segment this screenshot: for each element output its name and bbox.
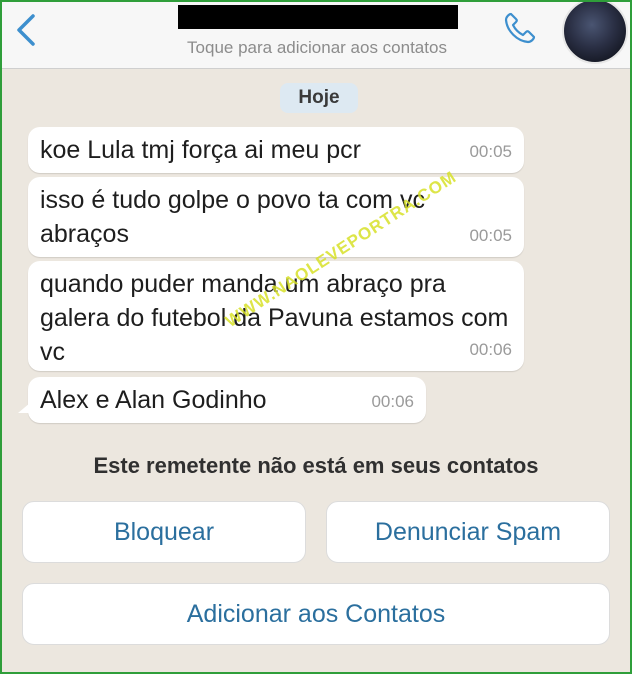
message-text: Alex e Alan Godinho [40,386,267,414]
chat-header: Toque para adicionar aos contatos [2,2,630,69]
back-button[interactable] [14,12,38,48]
message-time: 00:05 [469,142,512,161]
message-time: 00:06 [371,392,414,411]
unknown-sender-notice: Este remetente não está em seus contatos [93,453,539,478]
call-button[interactable] [502,10,538,46]
screenshot-frame: Toque para adicionar aos contatos Hoje k… [0,0,632,674]
block-button[interactable]: Bloquear [22,501,306,563]
message-time: 00:05 [469,226,512,245]
message-bubble[interactable]: koe Lula tmj força ai meu pcr 00:05 [28,127,524,173]
message-time: 00:06 [469,340,512,359]
chevron-left-icon [17,14,35,46]
bubble-tail [18,403,30,413]
report-spam-button[interactable]: Denunciar Spam [326,501,610,563]
chat-area[interactable]: Hoje koe Lula tmj força ai meu pcr 00:05… [2,69,630,672]
phone-icon [504,12,536,44]
message-bubble[interactable]: quando puder manda um abraço pra galera … [28,261,524,371]
contact-avatar[interactable] [562,2,628,64]
redacted-contact-name[interactable] [178,5,458,29]
message-bubble[interactable]: Alex e Alan Godinho 00:06 [18,377,426,423]
add-contact-subtitle[interactable]: Toque para adicionar aos contatos [152,38,482,58]
date-separator: Hoje [280,83,358,113]
message-text: koe Lula tmj força ai meu pcr [40,136,361,164]
add-contact-button[interactable]: Adicionar aos Contatos [22,583,610,645]
